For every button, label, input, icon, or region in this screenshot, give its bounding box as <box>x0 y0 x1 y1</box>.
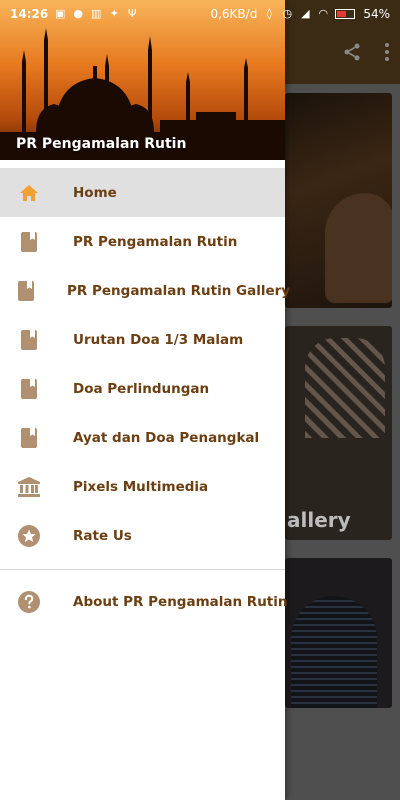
navigation-drawer: PR Pengamalan Rutin Home PR Pengamalan R… <box>0 0 290 800</box>
book-icon <box>18 231 40 253</box>
menu-item-label: PR Pengamalan Rutin Gallery <box>67 282 291 299</box>
home-icon <box>18 182 40 204</box>
content-card[interactable] <box>285 558 392 708</box>
trash-icon: ▥ <box>91 7 102 20</box>
mute-bell-icon: ◊ <box>266 7 273 20</box>
battery-icon <box>335 9 356 19</box>
status-bar: 14:26 ▣ ● ▥ ✦ Ψ 0,6KB/d ◊ ◷ ◢ ◠ 54% <box>0 0 400 28</box>
menu-item-doa-perlindungan[interactable]: Doa Perlindungan <box>0 364 285 413</box>
twitter-icon: ✦ <box>109 7 119 20</box>
content-card[interactable] <box>285 93 392 308</box>
drawer-menu: Home PR Pengamalan Rutin PR Pengamalan R… <box>0 160 290 626</box>
menu-item-gallery[interactable]: PR Pengamalan Rutin Gallery <box>0 266 290 315</box>
drawer-title: PR Pengamalan Rutin <box>16 136 187 152</box>
card-caption: allery <box>287 508 351 532</box>
help-icon <box>18 590 40 613</box>
usb-icon: Ψ <box>127 7 137 20</box>
menu-item-label: Rate Us <box>73 527 132 544</box>
menu-item-label: Urutan Doa 1/3 Malam <box>73 331 244 348</box>
signal-icon: ◢ <box>301 7 310 20</box>
wifi-icon: ◠ <box>318 7 329 20</box>
menu-item-label: Pixels Multimedia <box>73 478 209 495</box>
gallery-icon: ▣ <box>55 7 66 20</box>
more-vert-icon[interactable] <box>384 42 390 66</box>
menu-item-about[interactable]: About PR Pengamalan Rutin <box>0 577 288 626</box>
book-icon <box>18 427 40 449</box>
content-card[interactable]: allery <box>285 326 392 540</box>
institution-icon <box>18 476 40 498</box>
menu-item-label: Doa Perlindungan <box>73 380 210 397</box>
menu-item-label: About PR Pengamalan Rutin <box>73 593 288 610</box>
book-icon <box>18 378 40 400</box>
menu-item-label: Home <box>73 184 117 201</box>
battery-percent: 54% <box>363 7 390 21</box>
menu-item-label: PR Pengamalan Rutin <box>73 233 238 250</box>
menu-item-label: Ayat dan Doa Penangkal <box>73 429 260 446</box>
menu-item-home[interactable]: Home <box>0 168 285 217</box>
clock: 14:26 <box>10 7 49 21</box>
menu-item-urutan-doa[interactable]: Urutan Doa 1/3 Malam <box>0 315 285 364</box>
menu-divider <box>0 569 285 570</box>
menu-item-pixels-multimedia[interactable]: Pixels Multimedia <box>0 462 285 511</box>
star-circle-icon <box>18 524 40 547</box>
share-icon[interactable] <box>342 42 362 66</box>
book-icon <box>18 329 40 351</box>
menu-item-pr-pengamalan-rutin[interactable]: PR Pengamalan Rutin <box>0 217 285 266</box>
menu-item-rate-us[interactable]: Rate Us <box>0 511 285 560</box>
alarm-icon: ◷ <box>282 7 293 20</box>
chat-icon: ● <box>73 7 83 20</box>
network-speed: 0,6KB/d <box>210 7 258 21</box>
book-icon <box>18 280 34 302</box>
menu-item-ayat-doa-penangkal[interactable]: Ayat dan Doa Penangkal <box>0 413 285 462</box>
